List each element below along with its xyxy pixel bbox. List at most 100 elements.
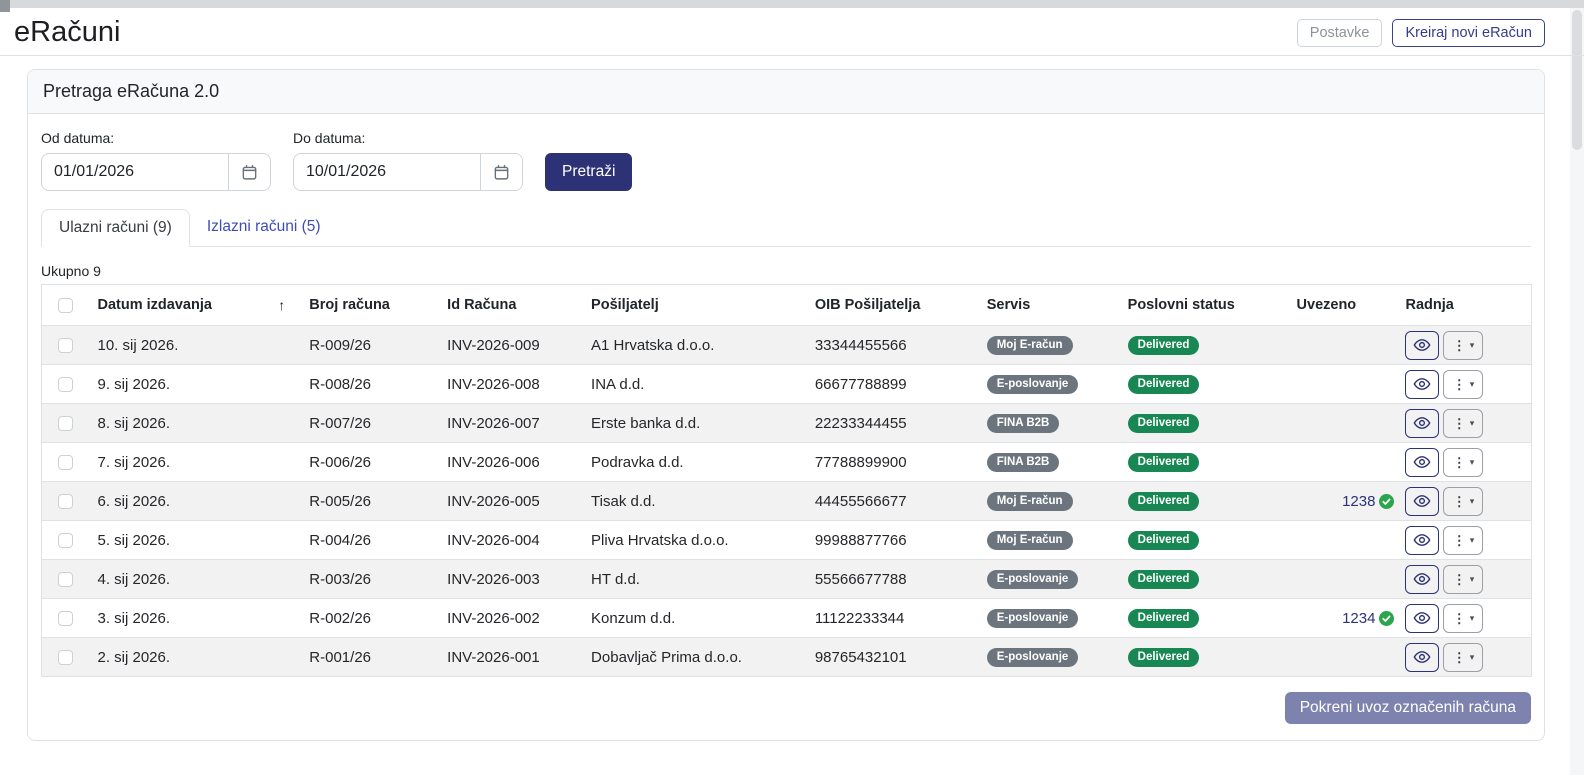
tab-ulazni-racuni[interactable]: Ulazni računi (9) xyxy=(41,209,190,247)
service-badge: FINA B2B xyxy=(987,453,1060,473)
select-all-checkbox[interactable] xyxy=(58,298,73,313)
column-poslovni-status[interactable]: Poslovni status xyxy=(1120,285,1289,326)
column-id-racuna[interactable]: Id Računa xyxy=(439,285,583,326)
row-sender: HT d.d. xyxy=(583,560,807,599)
column-broj-racuna[interactable]: Broj računa xyxy=(301,285,439,326)
eye-icon xyxy=(1413,648,1431,666)
row-checkbox[interactable] xyxy=(58,650,73,665)
search-card: Pretraga eRačuna 2.0 Od datuma: xyxy=(27,69,1545,741)
row-checkbox[interactable] xyxy=(58,455,73,470)
row-date: 10. sij 2026. xyxy=(89,326,301,365)
status-badge: Delivered xyxy=(1128,375,1200,395)
row-sender: Pliva Hrvatska d.o.o. xyxy=(583,521,807,560)
row-number: R-001/26 xyxy=(301,638,439,677)
view-invoice-button[interactable] xyxy=(1405,604,1439,633)
row-sender: INA d.d. xyxy=(583,365,807,404)
row-number: R-009/26 xyxy=(301,326,439,365)
column-uvezeno[interactable]: Uvezeno xyxy=(1289,285,1398,326)
tab-izlazni-racuni[interactable]: Izlazni računi (5) xyxy=(190,209,338,246)
settings-button[interactable]: Postavke xyxy=(1297,19,1383,47)
view-invoice-button[interactable] xyxy=(1405,487,1439,516)
row-oib: 55566677788 xyxy=(807,560,979,599)
row-menu-button[interactable]: ⋮ ▾ xyxy=(1443,604,1483,633)
row-checkbox[interactable] xyxy=(58,611,73,626)
view-invoice-button[interactable] xyxy=(1405,370,1439,399)
row-checkbox[interactable] xyxy=(58,572,73,587)
status-badge: Delivered xyxy=(1128,648,1200,668)
row-sender: Erste banka d.d. xyxy=(583,404,807,443)
row-menu-button[interactable]: ⋮ ▾ xyxy=(1443,409,1483,438)
table-row: 4. sij 2026. R-003/26 INV-2026-003 HT d.… xyxy=(42,560,1532,599)
row-oib: 33344455566 xyxy=(807,326,979,365)
row-checkbox[interactable] xyxy=(58,338,73,353)
view-invoice-button[interactable] xyxy=(1405,526,1439,555)
view-invoice-button[interactable] xyxy=(1405,448,1439,477)
row-invoice-id: INV-2026-005 xyxy=(439,482,583,521)
row-oib: 22233344455 xyxy=(807,404,979,443)
row-menu-button[interactable]: ⋮ ▾ xyxy=(1443,565,1483,594)
row-menu-button[interactable]: ⋮ ▾ xyxy=(1443,448,1483,477)
page-title: eRačuni xyxy=(14,16,120,49)
row-checkbox[interactable] xyxy=(58,416,73,431)
create-invoice-button[interactable]: Kreiraj novi eRačun xyxy=(1392,19,1545,47)
service-badge: Moj E-račun xyxy=(987,336,1073,356)
row-sender: Podravka d.d. xyxy=(583,443,807,482)
eye-icon xyxy=(1413,414,1431,432)
row-menu-button[interactable]: ⋮ ▾ xyxy=(1443,643,1483,672)
card-title: Pretraga eRačuna 2.0 xyxy=(43,81,219,101)
sort-ascending-icon[interactable]: ↑ xyxy=(278,297,285,313)
column-servis[interactable]: Servis xyxy=(979,285,1120,326)
column-oib-posiljatelja[interactable]: OIB Pošiljatelja xyxy=(807,285,979,326)
row-date: 3. sij 2026. xyxy=(89,599,301,638)
kebab-icon: ⋮ xyxy=(1453,573,1466,586)
row-checkbox[interactable] xyxy=(58,377,73,392)
status-badge: Delivered xyxy=(1128,453,1200,473)
view-invoice-button[interactable] xyxy=(1405,643,1439,672)
calendar-icon xyxy=(493,164,510,181)
chevron-down-icon: ▾ xyxy=(1470,380,1475,389)
search-button[interactable]: Pretraži xyxy=(545,153,632,191)
view-invoice-button[interactable] xyxy=(1405,409,1439,438)
kebab-icon: ⋮ xyxy=(1453,378,1466,391)
view-invoice-button[interactable] xyxy=(1405,331,1439,360)
table-row: 7. sij 2026. R-006/26 INV-2026-006 Podra… xyxy=(42,443,1532,482)
row-menu-button[interactable]: ⋮ ▾ xyxy=(1443,331,1483,360)
row-number: R-003/26 xyxy=(301,560,439,599)
card-header: Pretraga eRačuna 2.0 xyxy=(28,70,1544,114)
row-date: 5. sij 2026. xyxy=(89,521,301,560)
check-circle-icon xyxy=(1379,611,1394,626)
row-sender: Dobavljač Prima d.o.o. xyxy=(583,638,807,677)
row-checkbox[interactable] xyxy=(58,494,73,509)
row-oib: 11122233344 xyxy=(807,599,979,638)
to-date-input[interactable] xyxy=(294,154,480,190)
row-oib: 98765432101 xyxy=(807,638,979,677)
kebab-icon: ⋮ xyxy=(1453,417,1466,430)
date-filters: Od datuma: Do xyxy=(41,130,1531,191)
row-menu-button[interactable]: ⋮ ▾ xyxy=(1443,370,1483,399)
kebab-icon: ⋮ xyxy=(1453,495,1466,508)
table-row: 8. sij 2026. R-007/26 INV-2026-007 Erste… xyxy=(42,404,1532,443)
table-row: 6. sij 2026. R-005/26 INV-2026-005 Tisak… xyxy=(42,482,1532,521)
row-number: R-005/26 xyxy=(301,482,439,521)
row-invoice-id: INV-2026-006 xyxy=(439,443,583,482)
service-badge: E-poslovanje xyxy=(987,648,1079,668)
column-datum-izdavanja[interactable]: Datum izdavanja xyxy=(97,297,211,313)
from-date-group xyxy=(41,153,271,191)
service-badge: E-poslovanje xyxy=(987,570,1079,590)
column-radnja[interactable]: Radnja xyxy=(1397,285,1531,326)
eye-icon xyxy=(1413,531,1431,549)
to-date-calendar-button[interactable] xyxy=(480,154,522,190)
chevron-down-icon: ▾ xyxy=(1470,575,1475,584)
row-menu-button[interactable]: ⋮ ▾ xyxy=(1443,487,1483,516)
import-selected-button[interactable]: Pokreni uvoz označenih računa xyxy=(1285,692,1531,724)
calendar-icon xyxy=(241,164,258,181)
row-menu-button[interactable]: ⋮ ▾ xyxy=(1443,526,1483,555)
row-sender: A1 Hrvatska d.o.o. xyxy=(583,326,807,365)
status-badge: Delivered xyxy=(1128,609,1200,629)
status-badge: Delivered xyxy=(1128,336,1200,356)
from-date-calendar-button[interactable] xyxy=(228,154,270,190)
view-invoice-button[interactable] xyxy=(1405,565,1439,594)
from-date-input[interactable] xyxy=(42,154,228,190)
column-posiljatelj[interactable]: Pošiljatelj xyxy=(583,285,807,326)
row-checkbox[interactable] xyxy=(58,533,73,548)
